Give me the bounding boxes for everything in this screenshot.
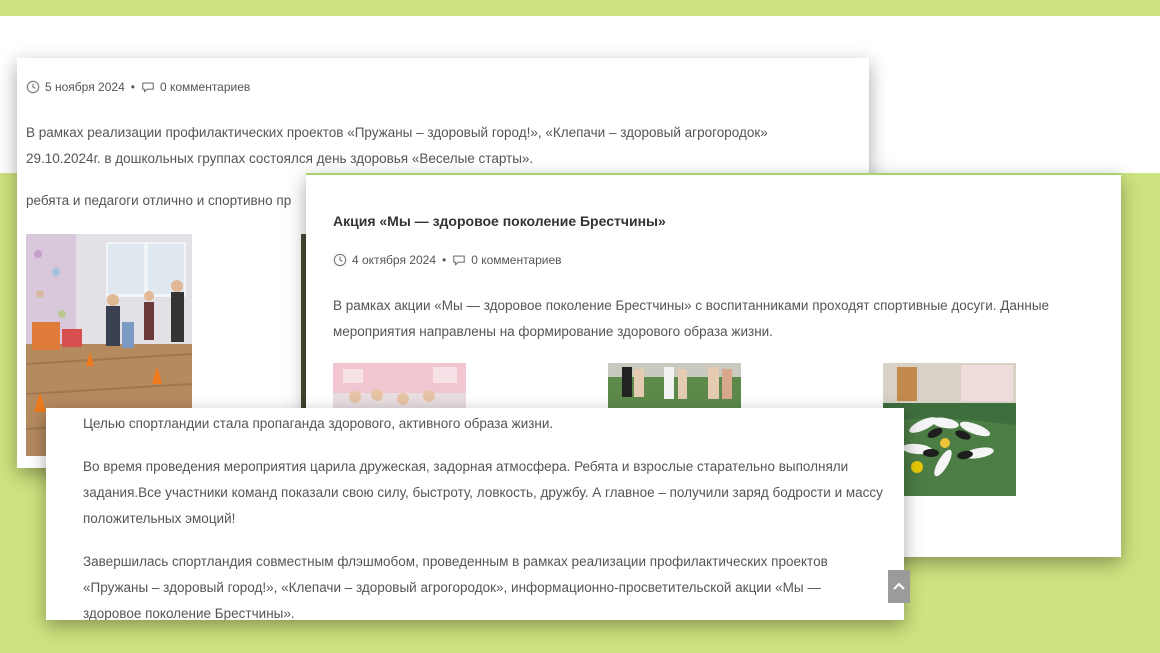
comment-bubble-icon (142, 82, 154, 93)
post-paragraph: ребята и педагоги отлично и спортивно пр (26, 193, 292, 208)
post-paragraph: Целью спортландии стала пропаганда здоро… (83, 416, 554, 431)
post-paragraph: В рамках акции «Мы — здоровое поколение … (333, 298, 1050, 339)
comment-bubble-icon (453, 255, 466, 266)
photo-children-group[interactable] (333, 363, 466, 409)
post-paragraph: Во время проведения мероприятия царила д… (83, 459, 883, 526)
post-card-sportlandia: Целью спортландии стала пропаганда здоро… (46, 408, 904, 620)
scroll-to-top-button[interactable] (888, 570, 910, 603)
post-meta: 5 ноября 2024 • 0 комментариев (26, 80, 250, 94)
post-paragraph: Завершилась спортландия совместным флэшм… (83, 554, 828, 620)
post-title[interactable]: Акция «Мы — здоровое поколение Брестчины… (333, 213, 666, 229)
green-band-top (0, 0, 1160, 16)
meta-separator: • (442, 253, 447, 267)
post-meta: 4 октября 2024 • 0 комментариев (333, 253, 562, 267)
chevron-up-icon (893, 582, 905, 590)
clock-icon (333, 253, 347, 267)
post-date[interactable]: 5 ноября 2024 (45, 80, 125, 94)
post-date[interactable]: 4 октября 2024 (352, 253, 436, 267)
comments-link[interactable]: 0 комментариев (471, 253, 561, 267)
post-paragraph: В рамках реализации профилактических про… (26, 125, 768, 166)
legs-photo-image (608, 363, 741, 409)
comments-link[interactable]: 0 комментариев (160, 80, 250, 94)
photo-children-legs[interactable] (608, 363, 741, 409)
meta-separator: • (130, 80, 135, 94)
clock-icon (26, 80, 40, 94)
children-photo-image (333, 363, 466, 409)
